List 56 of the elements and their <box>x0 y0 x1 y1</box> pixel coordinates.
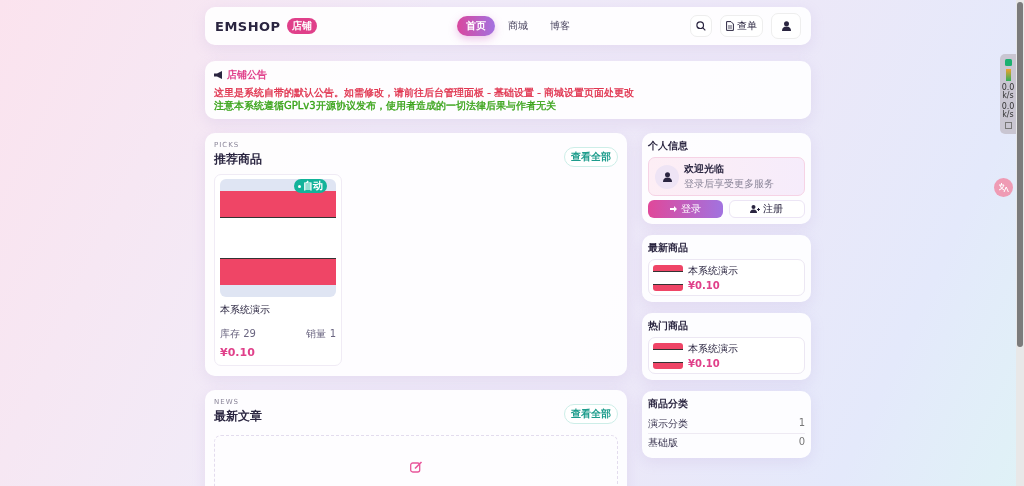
notice-text: 这里是系统自带的默认公告。如需修改，请前往后台管理面板 - 基础设置 - 商城设置页面处更改 <box>214 87 635 99</box>
welcome-hint: 登录后享受更多服务 <box>684 177 774 191</box>
category-item[interactable]: 基础版 0 <box>648 433 805 452</box>
speed-reading: 0.0 k/s <box>1001 103 1015 119</box>
scrollbar-thumb[interactable] <box>1017 2 1023 347</box>
product-thumbnail <box>653 342 683 369</box>
search-icon <box>696 21 706 31</box>
register-button[interactable]: 注册 <box>728 200 805 218</box>
welcome-title: 欢迎光临 <box>684 162 725 176</box>
product-name: 本系统演示 <box>688 264 738 278</box>
section-title: 个人信息 <box>648 139 689 153</box>
product-price: ¥0.10 <box>220 346 256 359</box>
nav-tab[interactable]: 博客 <box>540 16 579 36</box>
nav-tab[interactable]: 首页 <box>456 16 495 36</box>
shop-badge: 店铺 <box>286 18 317 34</box>
document-icon <box>726 21 734 31</box>
section-title: 商品分类 <box>648 397 689 411</box>
meter-icon <box>1005 69 1011 81</box>
view-all-button[interactable]: 查看全部 <box>564 404 618 424</box>
category-item[interactable]: 演示分类 1 <box>648 415 805 433</box>
product-thumbnail <box>653 264 683 291</box>
sales-count: 销量 1 <box>306 327 336 341</box>
logo[interactable]: EMSHOP <box>215 18 281 34</box>
user-icon <box>781 21 791 31</box>
auto-badge: 自动 <box>294 179 327 193</box>
product-price: ¥0.10 <box>688 358 721 369</box>
view-all-button[interactable]: 查看全部 <box>564 147 618 167</box>
category-name: 演示分类 <box>648 417 688 431</box>
notice-title: 店铺公告 <box>227 68 267 82</box>
category-name: 基础版 <box>648 436 678 450</box>
notice-text: 注意本系统遵循GPLv3开源协议发布，使用者造成的一切法律后果与作者无关 <box>214 100 557 112</box>
stock-count: 库存 29 <box>220 327 256 341</box>
section-title: 最新商品 <box>648 241 689 255</box>
sign-in-icon <box>669 205 678 213</box>
orders-button[interactable]: 查单 <box>720 15 763 37</box>
add-user-icon <box>750 205 761 213</box>
category-count: 0 <box>798 436 805 449</box>
product-card[interactable]: 自动 本系统演示 库存 29 销量 1 ¥0.10 <box>214 174 342 366</box>
edit-icon <box>409 461 423 473</box>
section-title: 推荐商品 <box>214 151 262 168</box>
product-name: 本系统演示 <box>220 303 271 317</box>
window-icon <box>1004 122 1012 129</box>
section-title: 热门商品 <box>648 319 689 333</box>
product-name: 本系统演示 <box>688 342 738 356</box>
speed-reading: 0.0 k/s <box>1001 84 1015 100</box>
login-button[interactable]: 登录 <box>648 200 723 218</box>
product-item[interactable]: 本系统演示 ¥0.10 <box>648 259 805 296</box>
product-price: ¥0.10 <box>688 280 721 291</box>
search-button[interactable] <box>690 15 712 37</box>
nav-tab[interactable]: 商城 <box>498 16 537 36</box>
user-button[interactable] <box>771 13 801 39</box>
category-count: 1 <box>798 417 805 430</box>
person-icon <box>662 171 672 182</box>
section-title: 最新文章 <box>214 408 262 425</box>
product-item[interactable]: 本系统演示 ¥0.10 <box>648 337 805 374</box>
megaphone-icon <box>214 71 224 79</box>
